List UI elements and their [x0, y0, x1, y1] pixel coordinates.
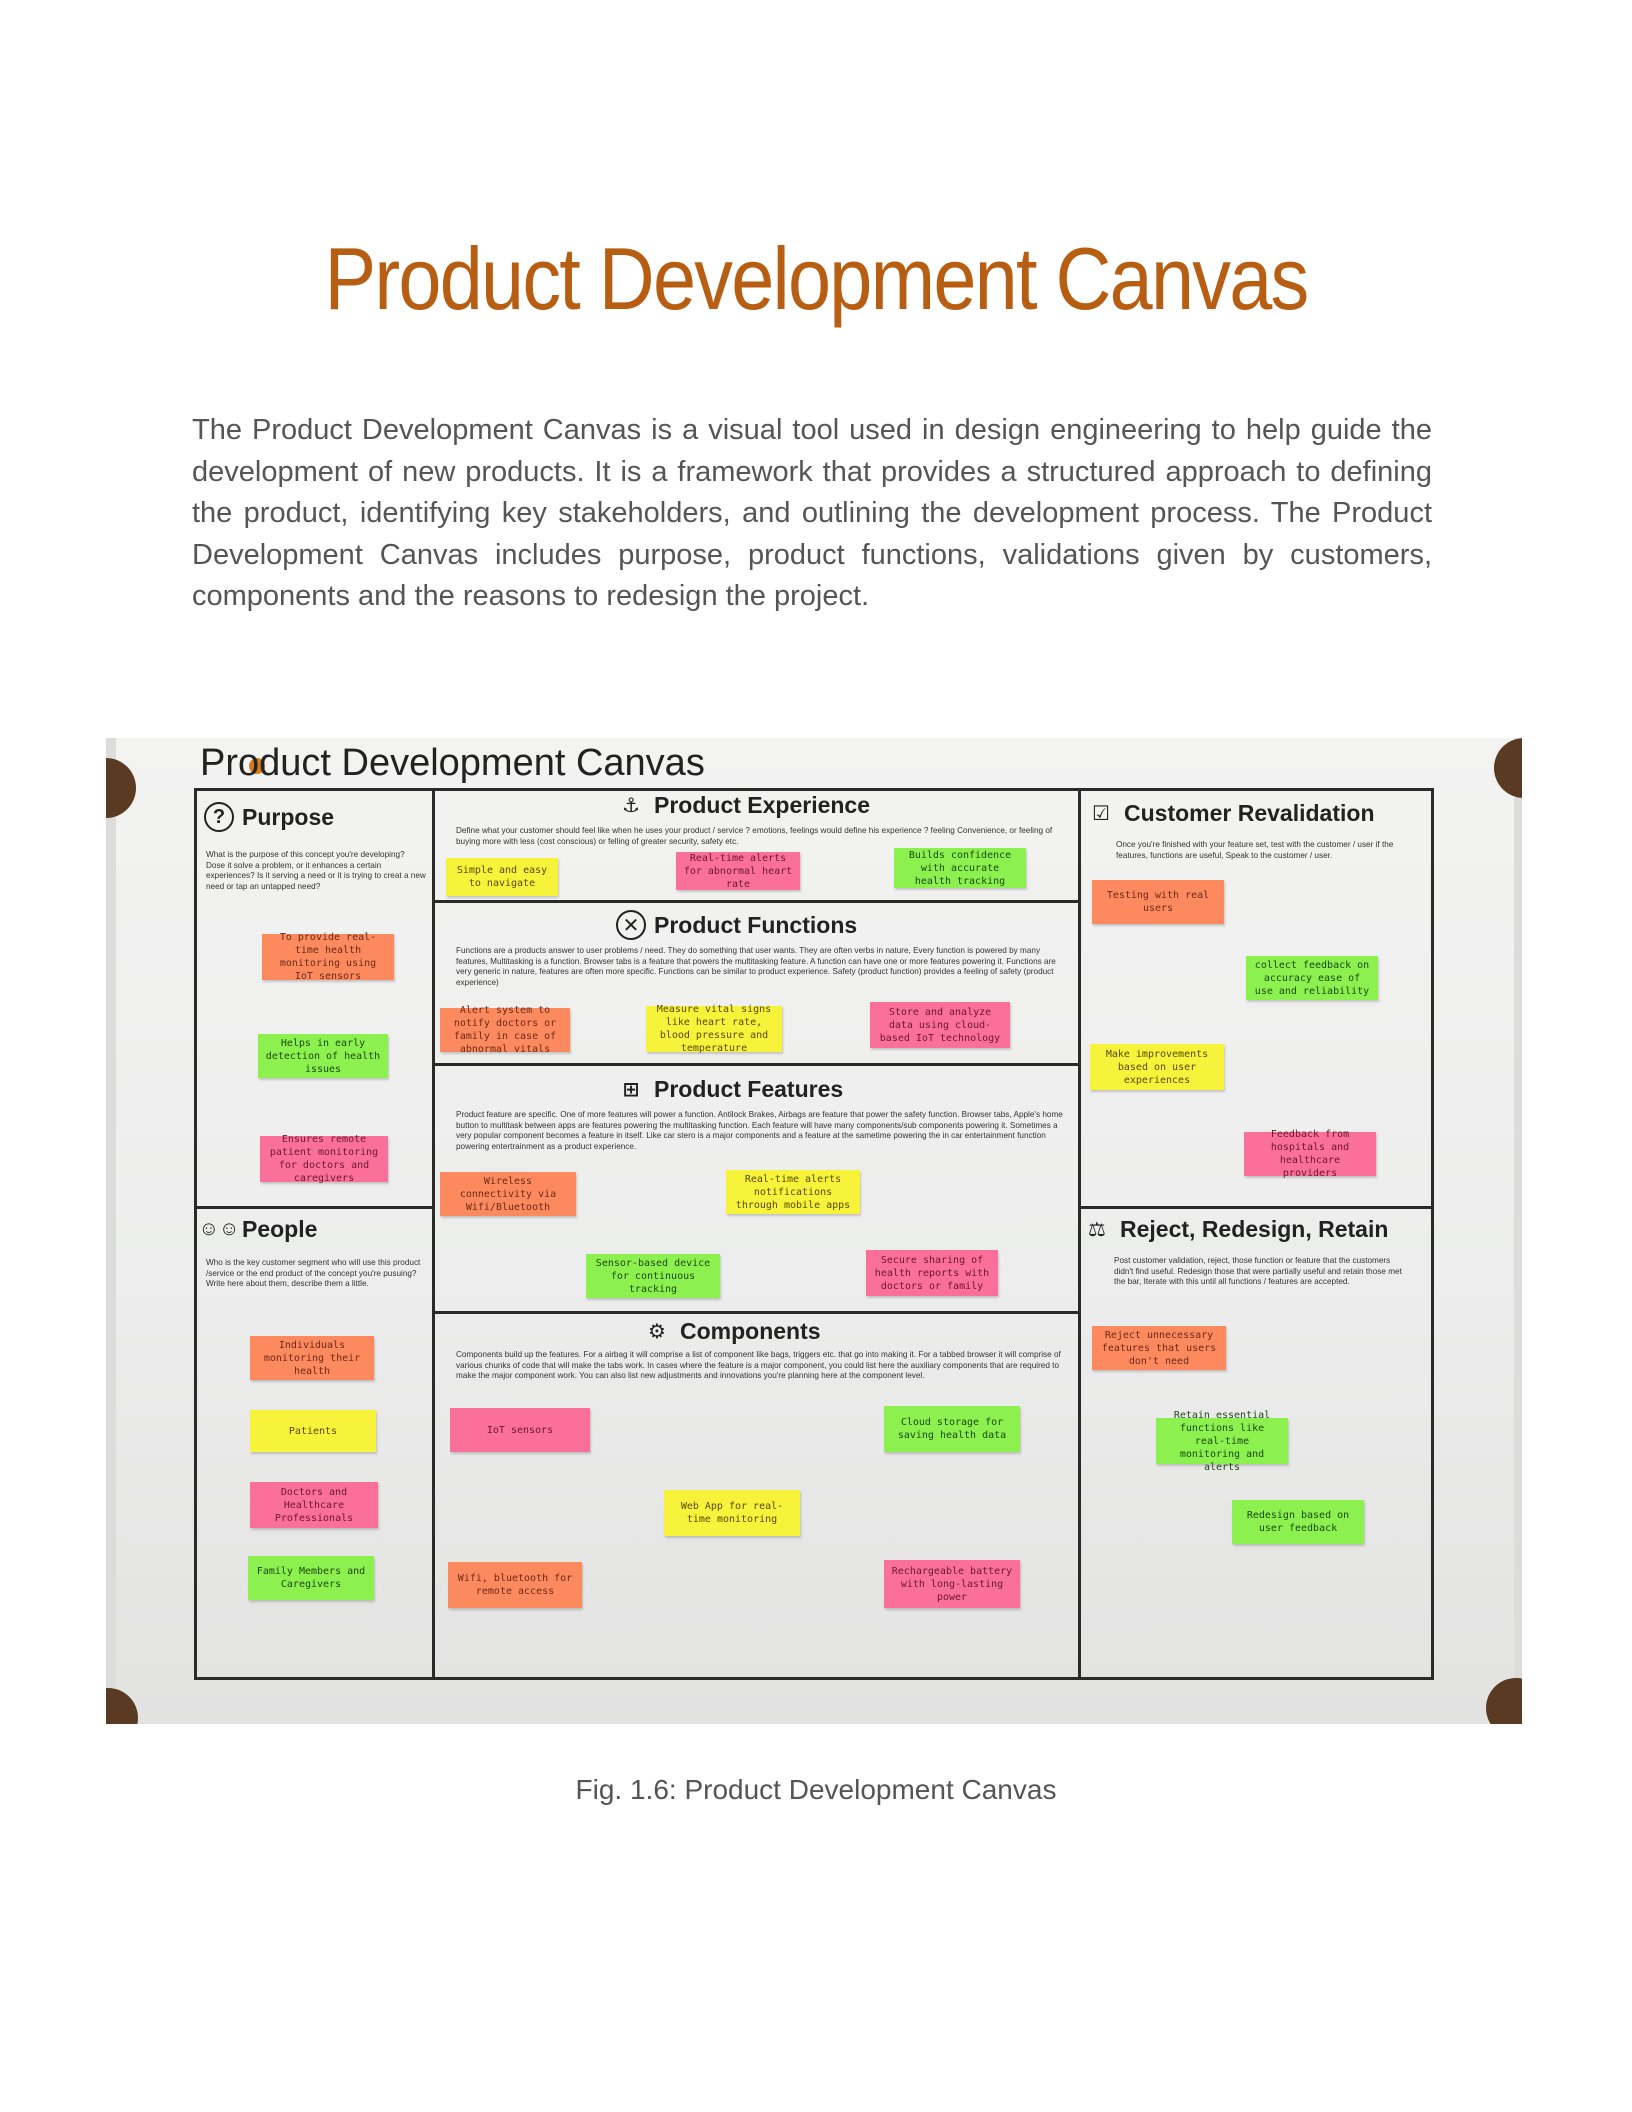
experience-note-1: Simple and easy to navigate: [446, 858, 558, 896]
reject-note-2: Retain essential functions like real-tim…: [1156, 1410, 1288, 1473]
figure-caption: Fig. 1.6: Product Development Canvas: [575, 1774, 1057, 1805]
intro-paragraph: The Product Development Canvas is a visu…: [192, 414, 1432, 612]
divider-purpose-people: [194, 1206, 434, 1209]
canvas-photo: Product Development Canvas ? Purpose Wha…: [106, 738, 1522, 1724]
medkit-icon: ⊞: [622, 1078, 640, 1101]
components-heading: ⚙ Components: [642, 1316, 821, 1346]
people-note-2: Patients: [250, 1410, 376, 1452]
experience-note-2: Real-time alerts for abnormal heart rate: [676, 852, 800, 890]
people-heading: ☺☺ People: [198, 1214, 318, 1244]
flask-icon: ⚖: [1088, 1218, 1106, 1241]
reject-prompt: Post customer validation, reject, those …: [1114, 1256, 1402, 1286]
people-prompt: Who is the key customer segment who will…: [206, 1258, 421, 1288]
question-icon: ?: [204, 802, 234, 832]
divider-functions-features: [432, 1063, 1080, 1066]
purpose-note-3: Ensures remote patient monitoring for do…: [260, 1134, 388, 1184]
reject-heading: ⚖ Reject, Redesign, Retain: [1082, 1214, 1388, 1244]
experience-heading-label: Product Experience: [654, 791, 871, 818]
revalidation-note-1: Testing with real users: [1092, 880, 1224, 924]
purpose-prompt: What is the purpose of this concept you'…: [206, 850, 426, 891]
people-note-3: Doctors and Healthcare Professionals: [250, 1482, 378, 1528]
checkbox-icon: ☑: [1092, 802, 1110, 825]
divider-revalidation-reject: [1078, 1206, 1434, 1209]
features-heading-label: Product Features: [654, 1075, 844, 1102]
revalidation-note-2: collect feedback on accuracy ease of use…: [1246, 956, 1378, 1000]
functions-note-1: Alert system to notify doctors or family…: [440, 1005, 570, 1055]
anchor-icon: ⚓: [622, 794, 640, 817]
revalidation-note-4: Feedback from hospitals and healthcare p…: [1244, 1129, 1376, 1179]
page-title: Product Development Canvas: [324, 229, 1309, 328]
canvas-poster: Product Development Canvas ? Purpose Wha…: [116, 738, 1514, 1724]
reject-heading-label: Reject, Redesign, Retain: [1120, 1215, 1389, 1242]
purpose-heading-label: Purpose: [242, 803, 335, 830]
features-note-4: Secure sharing of health reports with do…: [866, 1250, 998, 1296]
reject-note-3: Redesign based on user feedback: [1232, 1500, 1364, 1544]
functions-note-2: Measure vital signs like heart rate, blo…: [646, 1004, 782, 1054]
components-note-3: Web App for real-time monitoring: [664, 1490, 800, 1536]
revalidation-note-3: Make improvements based on user experien…: [1090, 1044, 1224, 1090]
divider-left: [432, 788, 435, 1680]
purpose-note-1: To provide real-time health monitoring u…: [262, 932, 394, 982]
revalidation-heading-label: Customer Revalidation: [1124, 799, 1375, 826]
gears-icon: ⚙: [648, 1320, 666, 1343]
tools-icon: ✕: [616, 910, 646, 940]
purpose-note-2: Helps in early detection of health issue…: [258, 1034, 388, 1078]
functions-heading-label: Product Functions: [654, 911, 858, 938]
functions-prompt: Functions are a products answer to user …: [456, 946, 1056, 987]
experience-note-3: Builds confidence with accurate health t…: [894, 848, 1026, 888]
features-note-2: Real-time alerts notifications through m…: [726, 1170, 860, 1214]
purpose-heading: ? Purpose: [204, 802, 334, 832]
experience-prompt: Define what your customer should feel li…: [456, 826, 1053, 846]
people-note-4: Family Members and Caregivers: [248, 1556, 374, 1600]
divider-experience-functions: [432, 900, 1080, 903]
components-heading-label: Components: [680, 1317, 821, 1344]
components-prompt: Components build up the features. For a …: [456, 1350, 1061, 1380]
features-prompt: Product feature are specific. One of mor…: [456, 1110, 1063, 1151]
people-icon: ☺☺: [198, 1217, 240, 1240]
people-note-1: Individuals monitoring their health: [250, 1336, 374, 1380]
divider-right: [1078, 788, 1081, 1680]
functions-heading: ✕ Product Functions: [616, 910, 857, 940]
components-note-4: Wifi, bluetooth for remote access: [448, 1562, 582, 1608]
components-note-2: Cloud storage for saving health data: [884, 1406, 1020, 1452]
reject-note-1: Reject unnecessary features that users d…: [1092, 1326, 1226, 1370]
people-heading-label: People: [242, 1215, 318, 1242]
features-note-1: Wireless connectivity via Wifi/Bluetooth: [440, 1172, 576, 1216]
components-note-1: IoT sensors: [450, 1408, 590, 1452]
functions-note-3: Store and analyze data using cloud-based…: [870, 1002, 1010, 1048]
components-note-5: Rechargeable battery with long-lasting p…: [884, 1560, 1020, 1608]
features-note-3: Sensor-based device for continuous track…: [586, 1254, 720, 1298]
divider-features-components: [432, 1311, 1080, 1314]
revalidation-heading: ☑ Customer Revalidation: [1086, 798, 1375, 828]
features-heading: ⊞ Product Features: [616, 1074, 844, 1104]
revalidation-prompt: Once you're finished with your feature s…: [1116, 840, 1394, 860]
experience-heading: ⚓ Product Experience: [616, 790, 870, 820]
poster-title: Product Development Canvas: [200, 742, 705, 784]
